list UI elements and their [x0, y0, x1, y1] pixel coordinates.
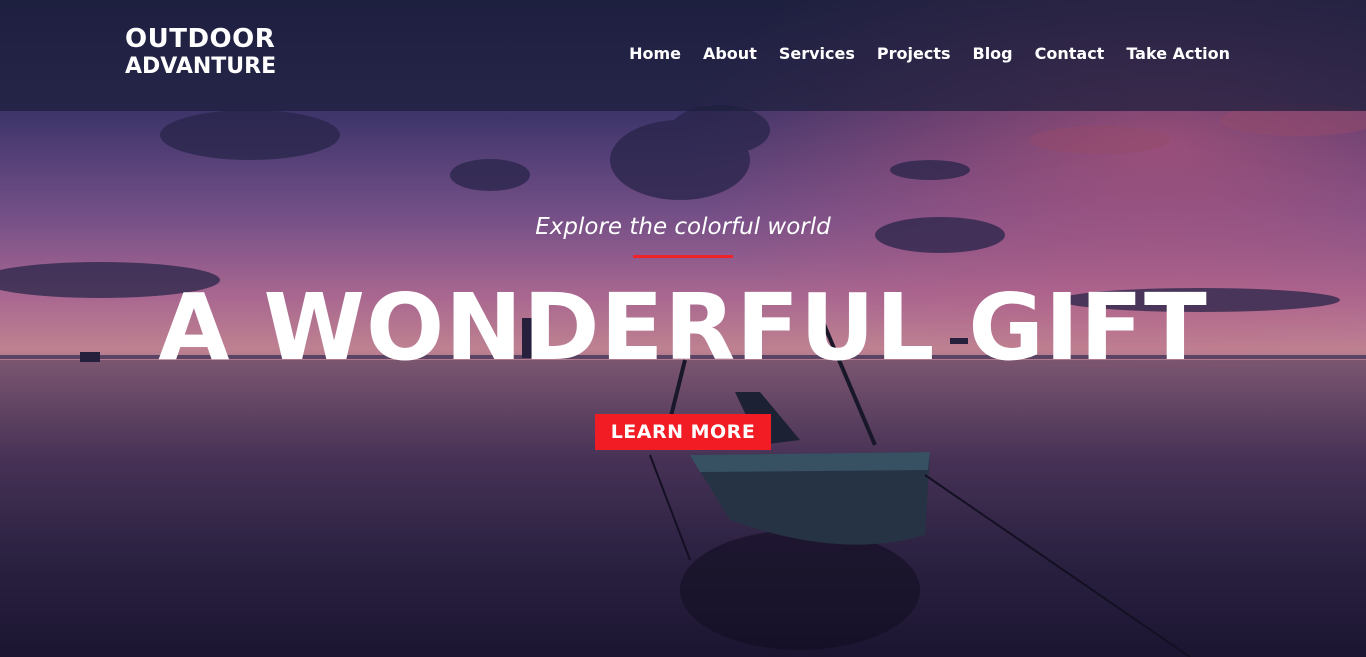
nav-about[interactable]: About	[703, 44, 757, 63]
hero-headline: A WONDERFUL GIFT	[158, 274, 1208, 381]
nav-contact[interactable]: Contact	[1035, 44, 1105, 63]
nav-home[interactable]: Home	[629, 44, 681, 63]
tagline-underline	[633, 255, 733, 258]
nav-services[interactable]: Services	[779, 44, 855, 63]
nav-blog[interactable]: Blog	[973, 44, 1013, 63]
main-nav: Home About Services Projects Blog Contac…	[629, 44, 1230, 63]
logo-line-1: OUTDOOR	[125, 24, 276, 54]
hero-tagline: Explore the colorful world	[535, 214, 831, 240]
site-logo[interactable]: OUTDOOR ADVANTURE	[125, 26, 276, 78]
site-header: OUTDOOR ADVANTURE Home About Services Pr…	[0, 0, 1366, 111]
nav-take-action[interactable]: Take Action	[1126, 44, 1230, 63]
logo-line-2: ADVANTURE	[125, 54, 277, 79]
learn-more-button[interactable]: LEARN MORE	[595, 414, 771, 450]
nav-projects[interactable]: Projects	[877, 44, 951, 63]
